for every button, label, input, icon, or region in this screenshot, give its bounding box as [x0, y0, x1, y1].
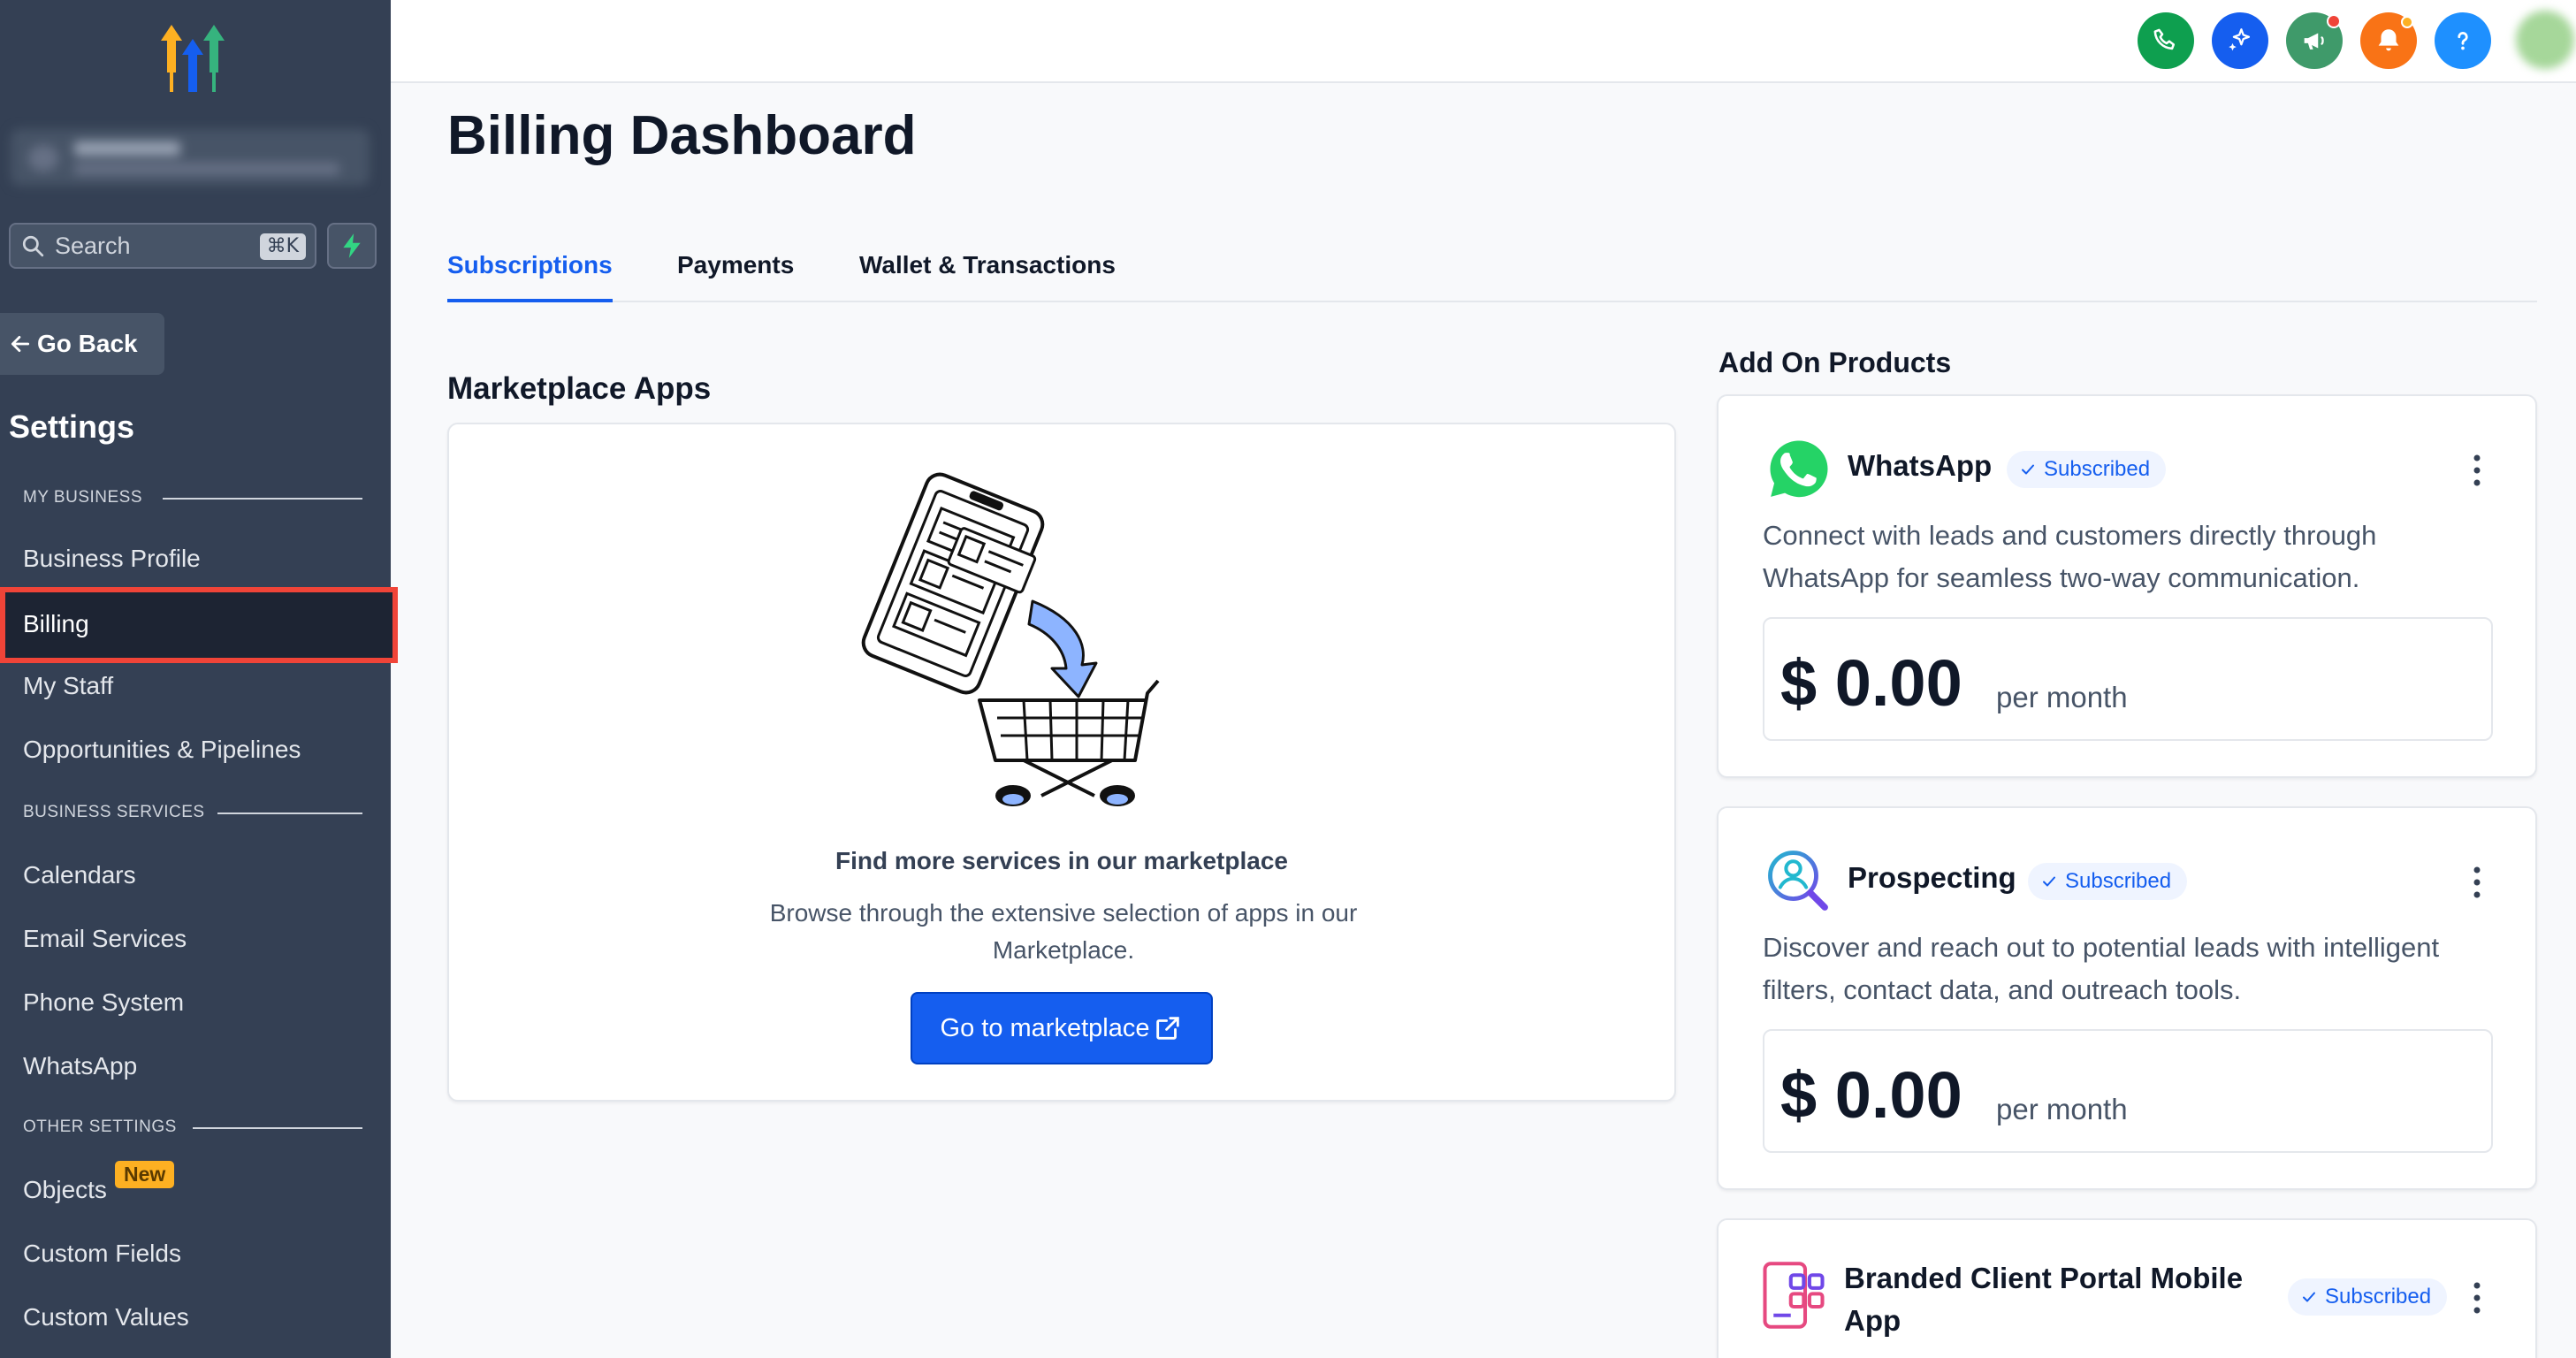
top-bar — [391, 0, 2576, 83]
addon-name: Prospecting — [1848, 861, 2016, 895]
price-box: $ 0.00 per month — [1763, 617, 2493, 741]
check-icon — [2019, 461, 2037, 478]
marketplace-heading: Find more services in our marketplace — [449, 847, 1674, 875]
sidebar-item-custom-fields[interactable]: Custom Fields — [23, 1240, 181, 1268]
search-placeholder: Search — [55, 233, 131, 260]
go-back-label: Go Back — [37, 330, 138, 358]
whatsapp-icon — [1764, 435, 1833, 504]
help-button[interactable] — [2435, 12, 2491, 69]
unread-dot — [2401, 16, 2413, 28]
section-other-settings: OTHER SETTINGS — [23, 1118, 177, 1137]
sidebar-item-objects[interactable]: Objects — [23, 1176, 107, 1204]
arrow-left-icon — [9, 332, 32, 355]
ai-sparkle-icon — [2225, 26, 2255, 56]
section-label-text: BUSINESS SERVICES — [23, 803, 205, 822]
section-business-services: BUSINESS SERVICES — [23, 803, 205, 822]
marketplace-section-title: Marketplace Apps — [447, 371, 711, 407]
sidebar-item-opportunities[interactable]: Opportunities & Pipelines — [23, 736, 301, 764]
sidebar-item-email-services[interactable]: Email Services — [23, 925, 187, 953]
ai-assistant-button[interactable] — [2212, 12, 2268, 69]
phone-icon — [2151, 26, 2181, 56]
addon-name-line: Branded Client Portal Mobile — [1844, 1262, 2243, 1294]
prospecting-search-icon — [1764, 847, 1833, 916]
divider — [217, 813, 362, 814]
more-options-icon[interactable] — [2472, 1280, 2482, 1316]
help-icon — [2448, 26, 2478, 56]
mobile-app-icon — [1759, 1261, 1828, 1330]
button-label: Go to marketplace — [941, 1014, 1150, 1043]
go-to-marketplace-button[interactable]: Go to marketplace — [911, 992, 1213, 1064]
new-badge: New — [115, 1161, 174, 1188]
addon-card-whatsapp: WhatsApp Subscribed Connect with leads a… — [1717, 394, 2537, 778]
billing-tabs: Subscriptions Payments Wallet & Transact… — [447, 248, 2537, 302]
notification-bell-icon — [2374, 26, 2404, 56]
price-value: $ 0.00 — [1780, 645, 1962, 721]
sidebar-item-whatsapp[interactable]: WhatsApp — [23, 1052, 137, 1080]
subscribed-badge: Subscribed — [2007, 451, 2166, 488]
shopping-cart-illustration — [856, 460, 1209, 813]
check-icon — [2040, 873, 2058, 890]
badge-label: Subscribed — [2065, 869, 2171, 894]
sidebar-item-phone-system[interactable]: Phone System — [23, 988, 184, 1017]
go-back-button[interactable]: Go Back — [0, 313, 164, 375]
marketplace-description: Browse through the extensive selection o… — [754, 895, 1373, 969]
section-my-business: MY BUSINESS — [23, 488, 142, 507]
phone-button[interactable] — [2138, 12, 2194, 69]
megaphone-icon — [2299, 26, 2329, 56]
notifications-button[interactable] — [2360, 12, 2417, 69]
addon-card-prospecting: Prospecting Subscribed Discover and reac… — [1717, 806, 2537, 1190]
settings-title: Settings — [9, 408, 134, 446]
marketplace-card: Find more services in our marketplace Br… — [447, 423, 1676, 1102]
more-options-icon[interactable] — [2472, 453, 2482, 488]
badge-label: Subscribed — [2044, 457, 2150, 482]
sidebar-item-label: Billing — [23, 610, 89, 638]
sidebar-item-business-profile[interactable]: Business Profile — [23, 545, 201, 573]
page-title: Billing Dashboard — [447, 104, 916, 167]
tab-subscriptions[interactable]: Subscriptions — [447, 251, 613, 302]
addons-section-title: Add On Products — [1719, 347, 1951, 379]
sidebar-item-billing[interactable]: Billing — [0, 587, 398, 663]
tab-wallet-transactions[interactable]: Wallet & Transactions — [859, 251, 1116, 302]
more-options-icon[interactable] — [2472, 865, 2482, 900]
lightning-icon — [340, 233, 363, 259]
sidebar-item-calendars[interactable]: Calendars — [23, 861, 136, 889]
divider — [193, 1127, 362, 1129]
addon-name-line: App — [1844, 1304, 1901, 1337]
search-shortcut: ⌘K — [260, 233, 306, 260]
announcements-button[interactable] — [2286, 12, 2343, 69]
search-icon — [21, 234, 44, 257]
sidebar: Search ⌘K Go Back Settings MY BUSINESS B… — [0, 0, 391, 1358]
section-label-text: OTHER SETTINGS — [23, 1118, 177, 1137]
divider — [163, 498, 362, 500]
sidebar-item-custom-values[interactable]: Custom Values — [23, 1303, 189, 1331]
price-box: $ 0.00 per month — [1763, 1029, 2493, 1153]
price-period: per month — [1996, 1093, 2128, 1126]
tab-payments[interactable]: Payments — [677, 251, 794, 302]
addon-description: Connect with leads and customers directl… — [1763, 515, 2470, 599]
check-icon — [2300, 1288, 2318, 1306]
external-link-icon — [1153, 1013, 1183, 1043]
account-switcher[interactable] — [11, 129, 370, 186]
search-input[interactable]: Search ⌘K — [9, 223, 316, 269]
price-value: $ 0.00 — [1780, 1057, 1962, 1133]
addon-name: WhatsApp — [1848, 449, 1992, 483]
sidebar-item-my-staff[interactable]: My Staff — [23, 672, 113, 700]
avatar[interactable] — [2516, 11, 2574, 69]
unread-dot — [2327, 14, 2341, 28]
addon-card-branded-portal: Branded Client Portal Mobile App Subscri… — [1717, 1218, 2537, 1358]
price-period: per month — [1996, 681, 2128, 714]
brand-logo — [149, 21, 237, 95]
subscribed-badge: Subscribed — [2028, 863, 2187, 900]
addon-name: Branded Client Portal Mobile App — [1844, 1257, 2243, 1342]
quick-actions-button[interactable] — [327, 223, 377, 269]
section-label-text: MY BUSINESS — [23, 488, 142, 507]
subscribed-badge: Subscribed — [2288, 1278, 2447, 1316]
badge-label: Subscribed — [2325, 1285, 2431, 1309]
addon-description: Discover and reach out to potential lead… — [1763, 927, 2470, 1011]
